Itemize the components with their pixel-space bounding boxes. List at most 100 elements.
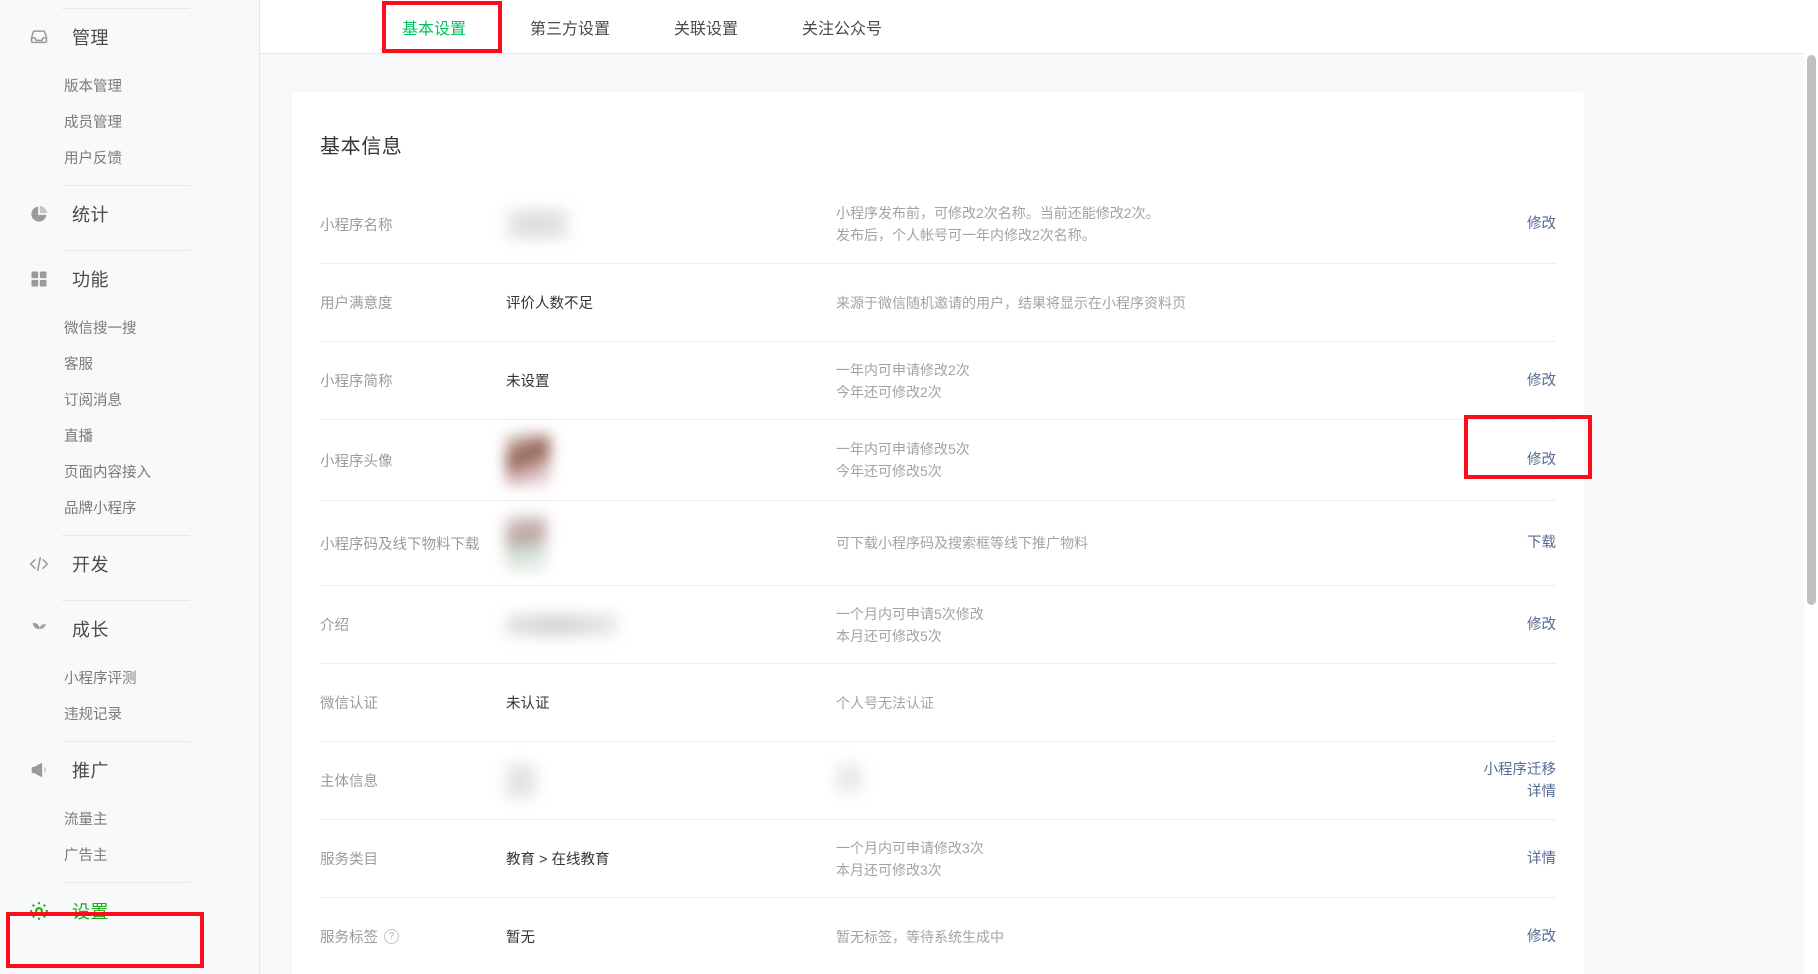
row-desc-cell: 一年内可申请修改2次 今年还可修改2次 [836,359,1406,403]
row-desc-cell [836,763,1406,798]
row-desc-line: 来源于微信随机邀请的用户，结果将显示在小程序资料页 [836,294,1186,311]
info-row-intro: 介绍 一个月内可申请5次修改 本月还可修改5次 修改 [320,585,1556,663]
row-action-cell: 修改 [1406,926,1556,948]
row-desc-cell: 小程序发布前，可修改2次名称。当前还能修改2次。 发布后，个人帐号可一年内修改2次… [836,202,1406,246]
row-action-link[interactable]: 修改 [1406,370,1556,392]
sidebar-subitem[interactable]: 客服 [0,347,259,383]
row-label: 介绍 [320,614,506,635]
sidebar-subitem[interactable]: 成员管理 [0,105,259,141]
sidebar-subitem[interactable]: 微信搜一搜 [0,311,259,347]
sidebar-item-manage[interactable]: 管理 [0,9,259,65]
row-value-redacted [506,515,546,571]
tab-3[interactable]: 关注公众号 [788,15,896,53]
row-desc-cell: 一个月内可申请5次修改 本月还可修改5次 [836,603,1406,647]
info-row-short-name: 小程序简称 未设置 一年内可申请修改2次 今年还可修改2次 修改 [320,341,1556,419]
row-desc-line: 一年内可申请修改2次 [836,361,970,378]
row-label-text: 小程序头像 [320,453,393,470]
row-label-text: 介绍 [320,618,349,634]
row-value-cell: 未认证 [506,692,836,713]
row-action-link[interactable]: 详情 [1406,848,1556,870]
row-label-text: 用户满意度 [320,296,393,312]
sidebar-item-settings[interactable]: 设置 [0,883,259,939]
sidebar-item-label: 成长 [72,620,109,640]
sprout-icon [28,618,50,640]
info-row-category: 服务类目 教育 > 在线教育 一个月内可申请修改3次 本月还可修改3次 详情 [320,819,1556,897]
info-row-satisfaction: 用户满意度 评价人数不足 来源于微信随机邀请的用户，结果将显示在小程序资料页 [320,263,1556,341]
row-action-link[interactable]: 修改 [1406,449,1556,471]
info-row-qrcode: 小程序码及线下物料下载 可下载小程序码及搜索框等线下推广物料 下载 [320,500,1556,585]
row-label: 用户满意度 [320,292,506,313]
row-action-cell: 修改 [1406,449,1556,471]
row-label: 小程序码及线下物料下载 [320,533,506,554]
row-desc-line: 个人号无法认证 [836,694,934,711]
row-value-cell: 评价人数不足 [506,292,836,313]
row-desc-line: 一个月内可申请修改3次 [836,839,984,856]
main-panel: 基本设置 第三方设置 关联设置 关注公众号 基本信息 小程序名称 小程序发布前，可修改… [260,0,1818,974]
row-desc-line: 今年还可修改5次 [836,463,942,479]
code-icon [28,553,50,575]
row-value-cell [506,434,836,486]
row-desc-line: 今年还可修改2次 [836,383,942,400]
sidebar: 管理 版本管理 成员管理 用户反馈 统计 功能 微信搜一搜 客服 订阅消息 直播 页面内容接… [0,0,260,974]
tab-1[interactable]: 第三方设置 [516,15,624,53]
sidebar-subitem[interactable]: 小程序评测 [0,661,259,697]
row-label: 服务类目 [320,848,506,869]
inbox-icon [28,26,50,48]
row-desc-line: 发布后，个人帐号可一年内修改2次名称。 [836,227,1096,243]
row-desc-cell: 一年内可申请修改5次 今年还可修改5次 [836,438,1406,482]
sidebar-subitem[interactable]: 订阅消息 [0,383,259,419]
info-row-avatar: 小程序头像 一年内可申请修改5次 今年还可修改5次 修改 [320,419,1556,500]
sidebar-item-promotion[interactable]: 推广 [0,742,259,798]
sidebar-item-label: 管理 [72,28,109,48]
basic-info-card: 基本信息 小程序名称 小程序发布前，可修改2次名称。当前还能修改2次。 发布后，个… [292,92,1584,974]
row-value-redacted [506,209,568,239]
row-action-link[interactable]: 小程序迁移 [1406,759,1557,781]
row-value: 未设置 [506,374,550,390]
row-action-link[interactable]: 下载 [1406,532,1556,554]
row-action-link[interactable]: 修改 [1406,926,1556,948]
row-label-text: 微信认证 [320,696,378,712]
sidebar-item-develop[interactable]: 开发 [0,536,259,592]
row-action-link[interactable]: 详情 [1406,781,1556,803]
sidebar-subitem[interactable]: 广告主 [0,838,259,874]
row-action-link[interactable]: 修改 [1406,614,1556,636]
sidebar-subitem[interactable]: 直播 [0,419,259,455]
row-value-cell [506,763,836,798]
sidebar-subitem[interactable]: 违规记录 [0,697,259,733]
sidebar-item-function[interactable]: 功能 [0,251,259,307]
sidebar-subitem[interactable]: 品牌小程序 [0,491,259,527]
tab-0[interactable]: 基本设置 [388,15,480,53]
row-desc-line: 可下载小程序码及搜索框等线下推广物料 [836,535,1088,551]
row-label-text: 小程序简称 [320,374,393,390]
row-label-text: 小程序名称 [320,217,393,234]
row-action-link[interactable]: 修改 [1406,213,1556,235]
sidebar-subitem[interactable]: 流量主 [0,802,259,838]
sidebar-subitem[interactable]: 用户反馈 [0,141,259,177]
content-scroll-area[interactable]: 基本信息 小程序名称 小程序发布前，可修改2次名称。当前还能修改2次。 发布后，个… [260,54,1818,974]
row-desc-line: 本月还可修改5次 [836,627,942,644]
sidebar-subitem[interactable]: 版本管理 [0,69,259,105]
row-action-cell: 小程序迁移 详情 [1406,759,1557,803]
tab-2[interactable]: 关联设置 [660,15,752,53]
row-value-cell: 教育 > 在线教育 [506,848,836,869]
scrollbar-thumb[interactable] [1807,55,1816,605]
sidebar-subitem[interactable]: 页面内容接入 [0,455,259,491]
sidebar-item-stats[interactable]: 统计 [0,186,259,242]
row-value-redacted [506,434,550,486]
row-value: 教育 > 在线教育 [506,852,610,868]
row-value-cell: 未设置 [506,370,836,391]
sidebar-item-label: 设置 [72,902,109,922]
help-icon[interactable]: ? [384,929,399,944]
row-desc-cell: 来源于微信随机邀请的用户，结果将显示在小程序资料页 [836,292,1406,314]
row-desc-cell: 一个月内可申请修改3次 本月还可修改3次 [836,837,1406,881]
row-value-cell [506,209,836,239]
page-scrollbar[interactable] [1804,0,1818,974]
pie-chart-icon [28,203,50,225]
row-label: 主体信息 [320,770,506,791]
row-value: 未认证 [506,696,550,712]
row-value: 暂无 [506,930,535,946]
card-title: 基本信息 [320,136,403,158]
app-root: 管理 版本管理 成员管理 用户反馈 统计 功能 微信搜一搜 客服 订阅消息 直播 页面内容接… [0,0,1818,974]
sidebar-item-growth[interactable]: 成长 [0,601,259,657]
megaphone-icon [28,759,50,781]
